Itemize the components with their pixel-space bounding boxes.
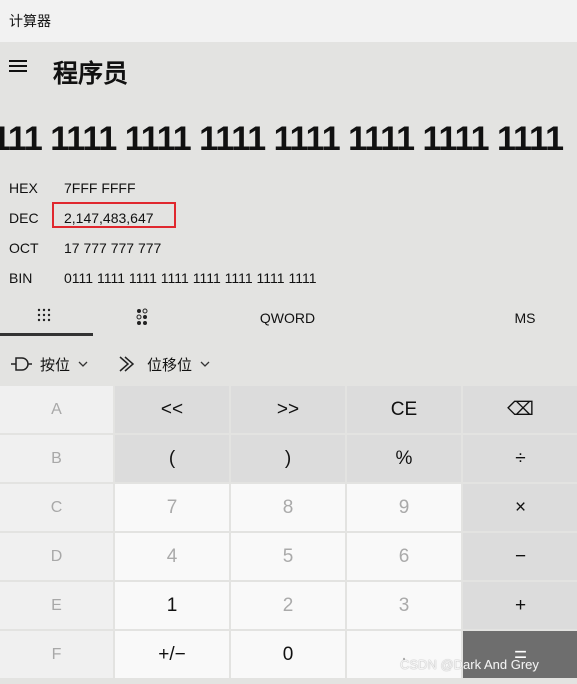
bitwise-dropdown[interactable]: 按位 xyxy=(9,352,88,376)
key-3[interactable]: 3 xyxy=(347,582,461,629)
word-size-button[interactable]: QWORD xyxy=(230,300,345,336)
radix-bin[interactable]: BIN 0111 1111 1111 1111 1111 1111 1111 1… xyxy=(0,264,577,292)
keypad-grid-icon xyxy=(37,308,51,322)
watermark: CSDN @Dark And Grey xyxy=(400,657,539,672)
key-a[interactable]: A xyxy=(0,386,113,433)
key-percent[interactable]: % xyxy=(347,435,461,482)
radix-bin-label: BIN xyxy=(9,270,33,286)
radix-dec[interactable]: DEC 2,147,483,647 xyxy=(0,204,577,232)
key-right-shift[interactable]: >> xyxy=(231,386,345,433)
key-open-paren[interactable]: ( xyxy=(115,435,229,482)
key-6[interactable]: 6 xyxy=(347,533,461,580)
key-d[interactable]: D xyxy=(0,533,113,580)
radix-hex-value: 7FFF FFFF xyxy=(64,180,136,196)
key-1[interactable]: 1 xyxy=(115,582,229,629)
key-plus[interactable]: + xyxy=(463,582,577,629)
title-bar: 计算器 xyxy=(0,0,577,42)
app-title: 计算器 xyxy=(9,13,51,29)
keypad-tabbar: QWORD MS xyxy=(0,300,577,336)
bitshift-dropdown[interactable]: 位移位 xyxy=(116,352,210,376)
menu-icon[interactable] xyxy=(9,60,27,74)
chevron-down-icon xyxy=(200,361,210,367)
key-5[interactable]: 5 xyxy=(231,533,345,580)
key-9[interactable]: 9 xyxy=(347,484,461,531)
key-multiply[interactable]: × xyxy=(463,484,577,531)
chevron-down-icon xyxy=(78,361,88,367)
operations-bar: 按位 位移位 xyxy=(0,346,577,380)
memory-store-button[interactable]: MS xyxy=(490,300,560,336)
key-c[interactable]: C xyxy=(0,484,113,531)
key-close-paren[interactable]: ) xyxy=(231,435,345,482)
bit-shift-icon xyxy=(119,356,135,372)
bit-toggle-icon xyxy=(136,308,148,325)
radix-oct-value: 17 777 777 777 xyxy=(64,240,162,256)
key-e[interactable]: E xyxy=(0,582,113,629)
mode-title: 程序员 xyxy=(53,60,129,88)
backspace-icon[interactable]: ⌫ xyxy=(463,386,577,433)
radix-hex[interactable]: HEX 7FFF FFFF xyxy=(0,174,577,202)
key-left-shift[interactable]: << xyxy=(115,386,229,433)
key-negate[interactable]: +/− xyxy=(115,631,229,678)
radix-oct-label: OCT xyxy=(9,240,39,256)
key-f[interactable]: F xyxy=(0,631,113,678)
radix-dec-label: DEC xyxy=(9,210,39,226)
radix-oct[interactable]: OCT 17 777 777 777 xyxy=(0,234,577,262)
key-7[interactable]: 7 xyxy=(115,484,229,531)
radix-hex-label: HEX xyxy=(9,180,38,196)
key-clear-entry[interactable]: CE xyxy=(347,386,461,433)
key-0[interactable]: 0 xyxy=(231,631,345,678)
key-divide[interactable]: ÷ xyxy=(463,435,577,482)
bitwise-label: 按位 xyxy=(40,356,71,374)
tab-full-keypad[interactable] xyxy=(0,300,93,336)
radix-dec-value: 2,147,483,647 xyxy=(64,210,154,226)
key-8[interactable]: 8 xyxy=(231,484,345,531)
key-2[interactable]: 2 xyxy=(231,582,345,629)
radix-bin-value: 0111 1111 1111 1111 1111 1111 1111 1111 xyxy=(64,270,317,286)
tab-bit-toggling[interactable] xyxy=(120,300,170,336)
key-b[interactable]: B xyxy=(0,435,113,482)
bitshift-label: 位移位 xyxy=(147,356,193,374)
logic-gate-icon xyxy=(11,357,32,371)
header: 程序员 xyxy=(0,42,577,100)
keypad: A << >> CE ⌫ B ( ) % ÷ C 7 8 9 × D 4 5 6… xyxy=(0,386,577,684)
main-display: 111 1111 1111 1111 1111 1111 1111 1111 xyxy=(0,120,564,158)
key-4[interactable]: 4 xyxy=(115,533,229,580)
key-minus[interactable]: − xyxy=(463,533,577,580)
